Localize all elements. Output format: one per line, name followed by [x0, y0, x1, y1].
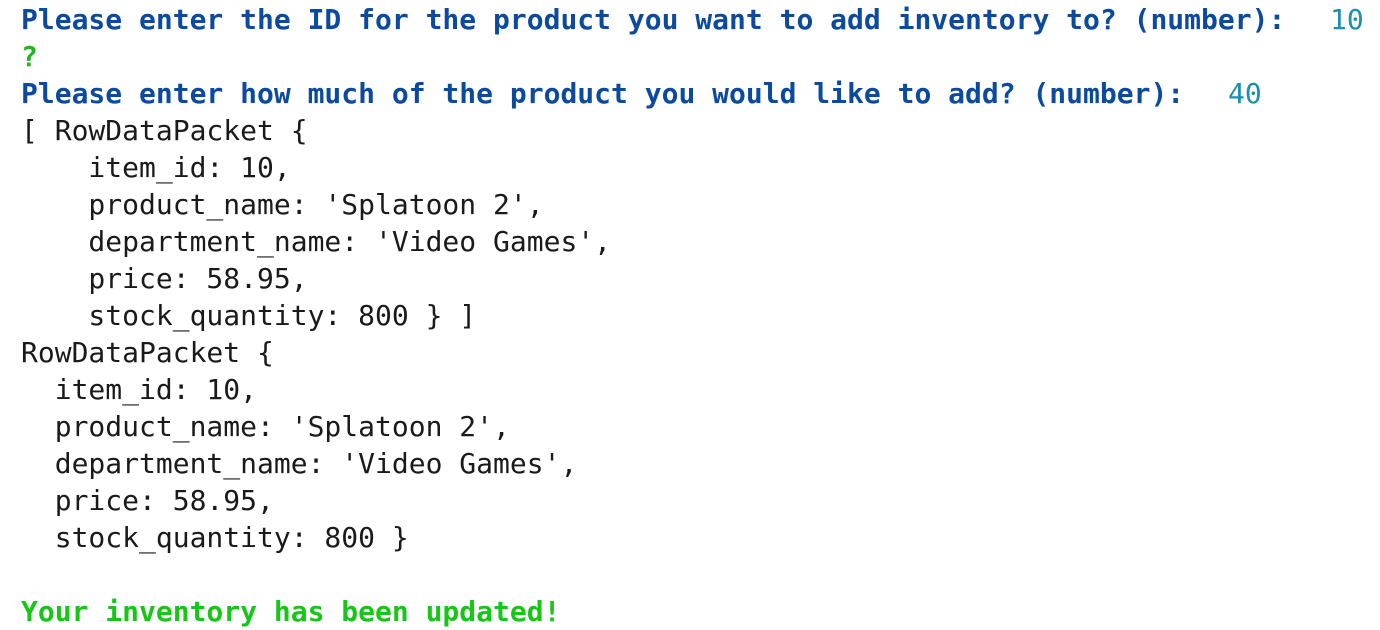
array-dump-line: department_name: 'Video Games', [21, 225, 612, 258]
object-dump-line: RowDataPacket { [21, 336, 274, 369]
array-dump-line: price: 58.95, [21, 262, 308, 295]
question-mark: ? [21, 40, 38, 73]
object-dump-line: department_name: 'Video Games', [21, 447, 578, 480]
array-dump-line: stock_quantity: 800 } ] [21, 299, 477, 332]
quantity-prompt: Please enter how much of the product you… [21, 77, 1185, 110]
object-dump-line: stock_quantity: 800 } [21, 521, 409, 554]
object-dump-line: item_id: 10, [21, 373, 258, 406]
array-dump-line: [ RowDataPacket { [21, 114, 308, 147]
object-dump-line: product_name: 'Splatoon 2', [21, 410, 510, 443]
terminal-output: Please enter the ID for the product you … [0, 0, 1380, 630]
array-dump-line: item_id: 10, [21, 151, 291, 184]
array-dump-line: product_name: 'Splatoon 2', [21, 188, 544, 221]
product-id-prompt: Please enter the ID for the product you … [21, 3, 1286, 36]
product-id-answer: 10 [1330, 3, 1364, 36]
success-message: Your inventory has been updated! [21, 595, 561, 628]
quantity-answer: 40 [1228, 77, 1262, 110]
object-dump-line: price: 58.95, [21, 484, 274, 517]
